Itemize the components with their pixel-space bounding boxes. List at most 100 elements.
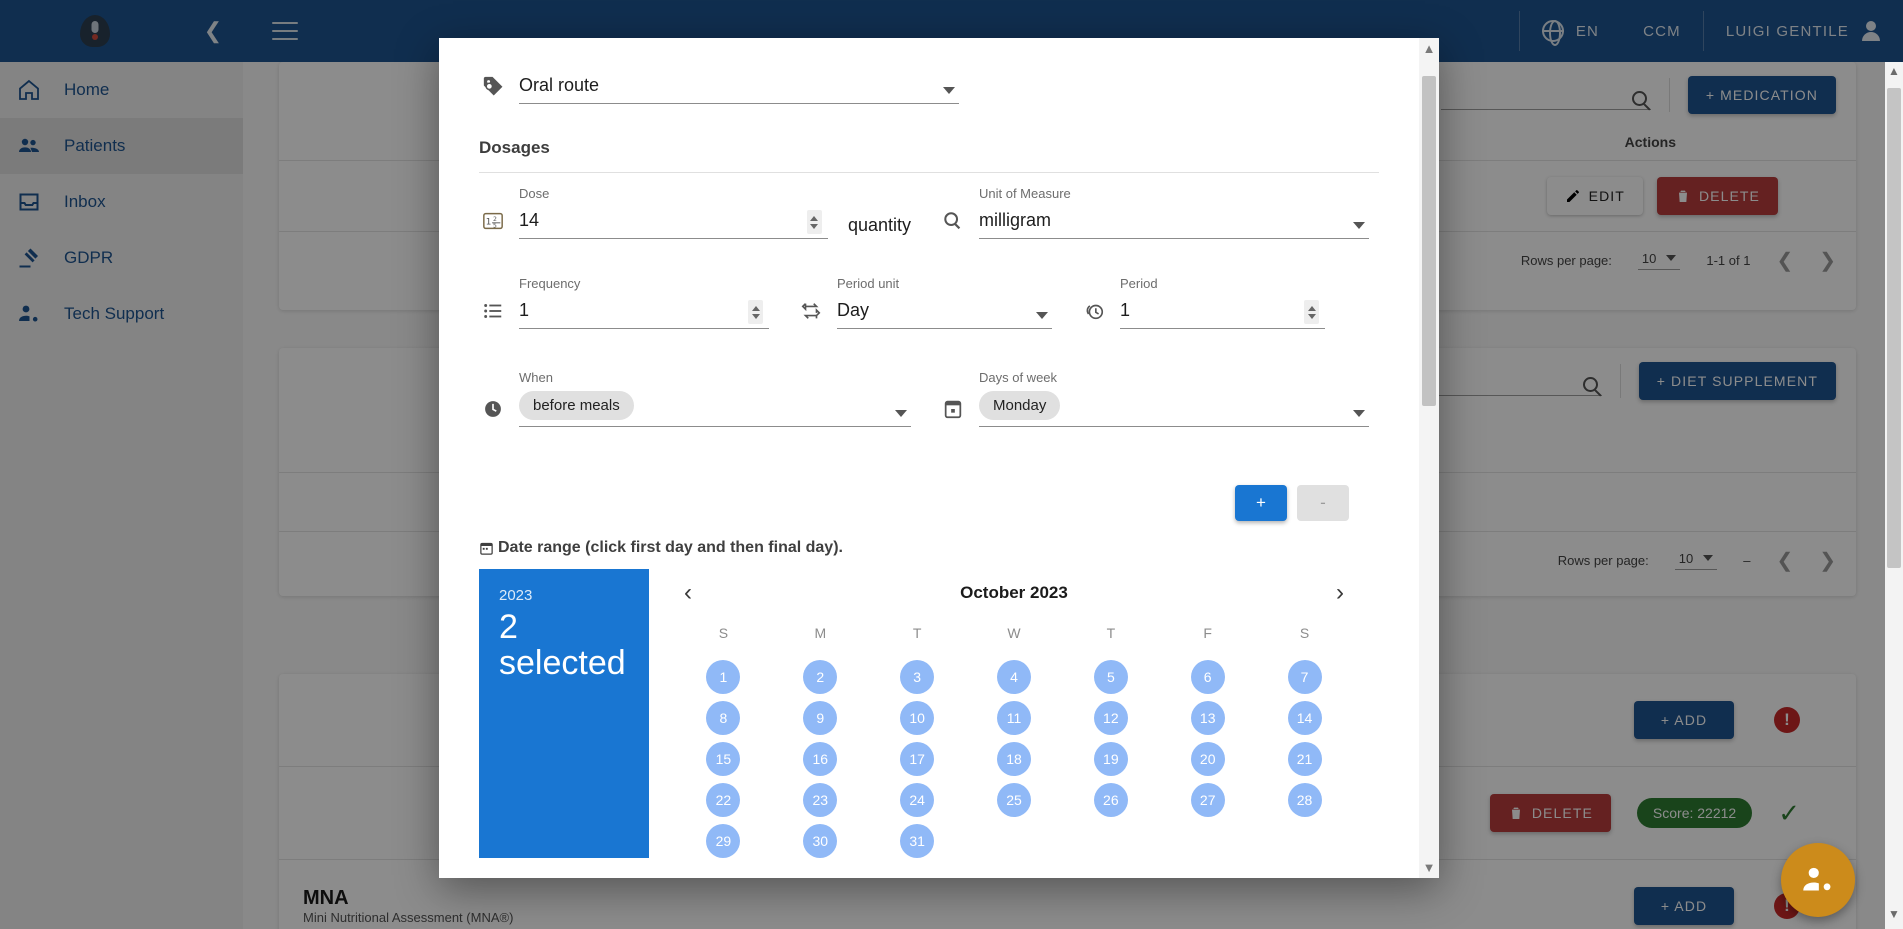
calendar-day[interactable]: 28 [1287, 783, 1322, 817]
calendar-day[interactable]: 31 [900, 824, 935, 858]
sidebar-item-patients[interactable]: Patients [0, 118, 243, 174]
sidebar-item-gdpr[interactable]: GDPR [0, 230, 243, 286]
rows-per-page-select[interactable]: 10 [1674, 551, 1718, 570]
scroll-up-arrow-icon[interactable]: ▲ [1885, 64, 1903, 84]
calendar-day[interactable]: 25 [996, 783, 1031, 817]
sidebar-item-home[interactable]: Home [0, 62, 243, 118]
rows-per-page-select[interactable]: 10 [1637, 251, 1681, 270]
calendar-dow-header: S [1299, 625, 1310, 641]
calendar-day[interactable]: 17 [900, 742, 935, 776]
pagination-range: – [1743, 552, 1751, 568]
page-scrollbar-thumb[interactable] [1887, 88, 1901, 568]
calendar-day[interactable]: 6 [1190, 660, 1225, 694]
next-page-button[interactable]: ❯ [1819, 548, 1836, 573]
calendar-day[interactable]: 20 [1190, 742, 1225, 776]
user-menu[interactable]: LUIGI GENTILE [1704, 0, 1903, 62]
calendar-day[interactable]: 30 [803, 824, 838, 858]
period-input[interactable]: Period 1 [1120, 276, 1325, 329]
calendar-day[interactable]: 1 [706, 660, 741, 694]
add-medication-button[interactable]: + MEDICATION [1687, 76, 1836, 114]
assistant-fab-button[interactable] [1781, 843, 1855, 917]
menu-icon[interactable] [272, 22, 298, 40]
period-value: 1 [1120, 300, 1131, 320]
calendar-day[interactable]: 16 [803, 742, 838, 776]
calendar-day[interactable]: 2 [803, 660, 838, 694]
delete-button[interactable]: DELETE [1656, 177, 1778, 215]
route-field[interactable]: Oral route [479, 72, 959, 104]
calendar-day[interactable]: 26 [1093, 783, 1128, 817]
period-unit-field[interactable]: Period unit Day [797, 276, 1052, 329]
when-chip[interactable]: before meals [519, 391, 634, 420]
days-of-week-chip[interactable]: Monday [979, 391, 1061, 420]
calendar-day[interactable]: 15 [706, 742, 741, 776]
repeat-icon [797, 297, 825, 325]
ccm-label: CCM [1643, 22, 1681, 40]
period-field[interactable]: Period 1 [1080, 276, 1325, 329]
delete-assessment-button[interactable]: DELETE [1489, 794, 1611, 832]
sidebar-collapse-button[interactable]: ❮ [190, 8, 236, 54]
edit-button[interactable]: EDIT [1546, 177, 1643, 215]
frequency-input[interactable]: Frequency 1 [519, 276, 769, 329]
calendar-next-month-button[interactable]: › [1327, 581, 1353, 605]
add-assessment-button[interactable]: + ADD [1634, 701, 1734, 739]
calendar-day[interactable]: 24 [900, 783, 935, 817]
page-scrollbar[interactable]: ▲ ▼ [1885, 62, 1903, 929]
add-dosage-button[interactable]: + [1235, 485, 1287, 521]
dialog-scrollbar[interactable]: ▲ ▼ [1419, 38, 1439, 878]
frequency-field[interactable]: Frequency 1 [479, 276, 769, 329]
when-field[interactable]: When before meals [479, 370, 911, 427]
clock-cycle-icon [1080, 297, 1108, 325]
calendar-day[interactable]: 10 [900, 701, 935, 735]
add-mna-button[interactable]: + ADD [1634, 887, 1734, 925]
calendar-day[interactable]: 5 [1093, 660, 1128, 694]
prev-page-button[interactable]: ❮ [1776, 548, 1793, 573]
unit-of-measure-field[interactable]: Unit of Measure milligram [939, 186, 1369, 239]
add-diet-supplement-button[interactable]: + DIET SUPPLEMENT [1638, 362, 1836, 400]
calendar-day[interactable]: 18 [996, 742, 1031, 776]
route-select[interactable]: Oral route [519, 72, 959, 104]
dialog-scrollbar-thumb[interactable] [1422, 76, 1436, 406]
ccm-link[interactable]: CCM [1621, 0, 1703, 62]
medication-search-input[interactable] [1440, 80, 1651, 110]
scroll-down-arrow-icon[interactable]: ▼ [1419, 860, 1439, 875]
scroll-up-arrow-icon[interactable]: ▲ [1419, 41, 1439, 56]
dose-field[interactable]: 125 Dose 14 quantity [479, 186, 911, 239]
scroll-down-arrow-icon[interactable]: ▼ [1885, 907, 1903, 927]
status-badge-warning: ! [1774, 707, 1800, 733]
calendar-day[interactable]: 9 [803, 701, 838, 735]
calendar-selected-count: 2 [499, 608, 518, 646]
days-of-week-select[interactable]: Days of week Monday [979, 370, 1369, 427]
days-of-week-field[interactable]: Days of week Monday [939, 370, 1369, 427]
calendar-day[interactable]: 23 [803, 783, 838, 817]
calendar-day[interactable]: 12 [1093, 701, 1128, 735]
calendar-day[interactable]: 19 [1093, 742, 1128, 776]
calendar-day[interactable]: 13 [1190, 701, 1225, 735]
calendar-day[interactable]: 27 [1190, 783, 1225, 817]
frequency-stepper[interactable] [748, 300, 763, 324]
calendar-day[interactable]: 21 [1287, 742, 1322, 776]
medication-dialog: Oral route Dosages 125 Dose 14 quantity … [439, 38, 1439, 878]
calendar-day[interactable]: 14 [1287, 701, 1322, 735]
sidebar-item-inbox[interactable]: Inbox [0, 174, 243, 230]
language-switcher[interactable]: EN [1520, 0, 1621, 62]
unit-of-measure-select[interactable]: Unit of Measure milligram [979, 186, 1369, 239]
calendar-day[interactable]: 3 [900, 660, 935, 694]
calendar-prev-month-button[interactable]: ‹ [675, 581, 701, 605]
user-settings-icon [1803, 867, 1831, 891]
calendar-icon [939, 395, 967, 423]
when-select[interactable]: When before meals [519, 370, 911, 427]
chevron-down-icon [943, 87, 955, 94]
calendar-day[interactable]: 29 [706, 824, 741, 858]
period-unit-select[interactable]: Period unit Day [837, 276, 1052, 329]
calendar-day[interactable]: 7 [1287, 660, 1322, 694]
calendar-day[interactable]: 4 [996, 660, 1031, 694]
dose-input[interactable]: Dose 14 [519, 186, 828, 239]
calendar-day[interactable]: 8 [706, 701, 741, 735]
prev-page-button[interactable]: ❮ [1776, 248, 1793, 273]
period-stepper[interactable] [1304, 300, 1319, 324]
sidebar-item-tech-support[interactable]: Tech Support [0, 286, 243, 342]
dose-stepper[interactable] [806, 210, 822, 234]
next-page-button[interactable]: ❯ [1819, 248, 1836, 273]
calendar-day[interactable]: 22 [706, 783, 741, 817]
calendar-day[interactable]: 11 [996, 701, 1031, 735]
